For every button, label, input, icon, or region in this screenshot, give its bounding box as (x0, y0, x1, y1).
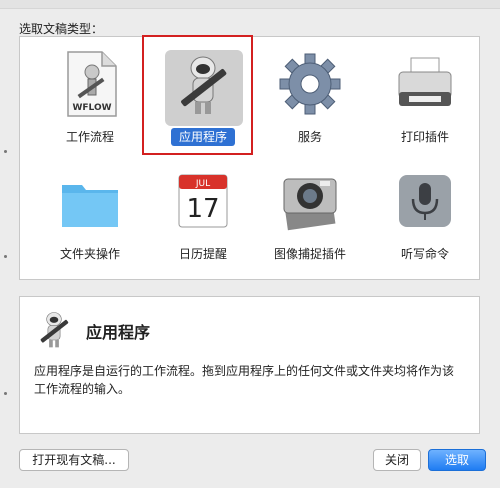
description-text: 应用程序是自运行的工作流程。拖到应用程序上的任何文件或文件夹均将作为该工作流程的… (34, 364, 455, 396)
tile-label: 打印插件 (400, 130, 449, 144)
automator-robot-icon (34, 307, 74, 351)
description-panel: 应用程序 应用程序是自运行的工作流程。拖到应用程序上的任何文件或文件夹均将作为该… (19, 296, 480, 434)
tile-image-capture[interactable]: 图像捕捉插件 (260, 159, 360, 277)
edge-dot (4, 255, 7, 258)
tile-calendar-alarm[interactable]: JUL 17 日历提醒 (153, 159, 253, 277)
tile-dictation[interactable]: 听写命令 (375, 159, 475, 277)
edge-dot (4, 150, 7, 153)
description-title: 应用程序 (86, 323, 151, 342)
tile-label: 工作流程 (65, 130, 114, 144)
calendar-day: 17 (186, 194, 219, 224)
open-existing-button[interactable]: 打开现有文稿... (19, 449, 129, 471)
close-button[interactable]: 关闭 (373, 449, 421, 471)
tile-workflow[interactable]: WFLOW 工作流程 (40, 42, 140, 160)
tile-label: 文件夹操作 (59, 247, 120, 261)
calendar-month: JUL (195, 179, 210, 189)
tile-label: 图像捕捉插件 (273, 247, 346, 261)
calendar-icon: JUL 17 (171, 165, 235, 237)
camera-icon (278, 165, 342, 237)
tile-label: 服务 (297, 130, 322, 144)
workflow-badge-text: WFLOW (72, 103, 111, 113)
prompt-label: 选取文稿类型： (19, 22, 104, 36)
tile-label: 听写命令 (400, 247, 449, 261)
microphone-icon (393, 165, 457, 237)
window-top-edge (0, 0, 500, 9)
folder-icon (58, 165, 122, 237)
tile-folder-action[interactable]: 文件夹操作 (40, 159, 140, 277)
workflow-document-icon: WFLOW (58, 48, 122, 120)
edge-dot (4, 392, 7, 395)
gear-icon (278, 48, 342, 120)
tile-service[interactable]: 服务 (260, 42, 360, 160)
tile-label: 日历提醒 (178, 247, 227, 261)
tile-print-plugin[interactable]: 打印插件 (375, 42, 475, 160)
highlight-box (142, 35, 253, 155)
printer-icon (393, 48, 457, 120)
choose-button[interactable]: 选取 (428, 449, 486, 471)
